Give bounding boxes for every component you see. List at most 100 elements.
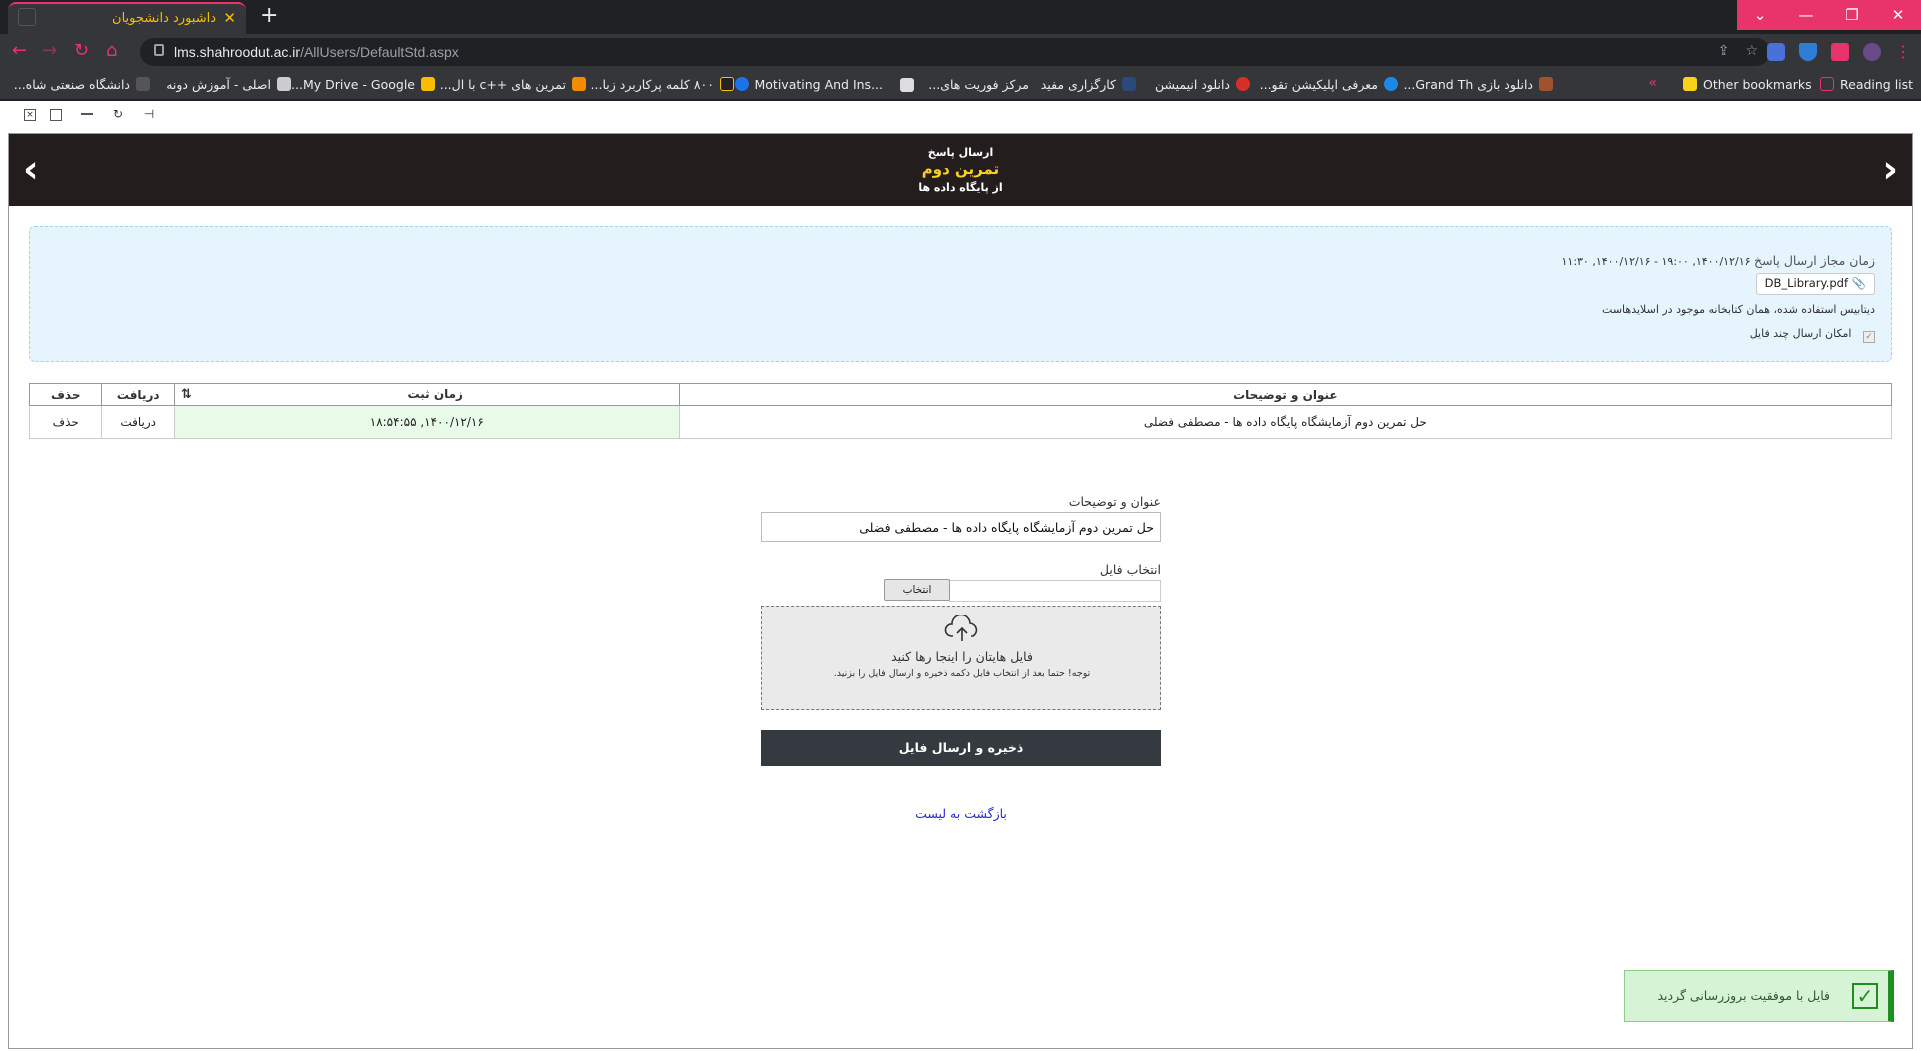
- bookmarks-overflow-icon[interactable]: »: [1648, 75, 1657, 91]
- col-delete-header: حذف: [28, 383, 103, 406]
- tab-close-icon[interactable]: ✕: [223, 9, 236, 27]
- row-title: حل تمرین دوم آزمایشگاه پایگاه داده ها - …: [678, 405, 1893, 439]
- col-time-header[interactable]: ⇅ زمان ثبت: [173, 383, 680, 406]
- restore-button[interactable]: ❐: [1829, 0, 1875, 30]
- bookmark-item[interactable]: معرفی اپلیکیشن تقو...: [1260, 77, 1398, 92]
- bookmark-item[interactable]: ۸۰۰ کلمه پرکاربرد زبا...: [591, 77, 734, 92]
- reading-list[interactable]: Reading list: [1820, 77, 1913, 92]
- attachment-filename: DB_Library.pdf: [1764, 276, 1849, 290]
- bookmark-label: مرکز فوریت های...: [928, 77, 1029, 92]
- bookmark-label: کارگزاری مفید: [1040, 77, 1116, 92]
- multi-file-label: امکان ارسال چند فایل: [1749, 327, 1852, 340]
- bookmark-favicon-icon: [1122, 77, 1136, 91]
- browser-tab-bar: داشبورد دانشجویان ✕ + ⌄ — ❐ ✕: [0, 0, 1921, 34]
- other-bookmarks[interactable]: Other bookmarks: [1683, 77, 1812, 92]
- bookmark-item[interactable]: Motivating And Ins...: [734, 77, 884, 92]
- reading-list-label: Reading list: [1840, 77, 1914, 92]
- file-dropzone[interactable]: فایل هایتان را اینجا رها کنید توجه! حتما…: [761, 606, 1161, 710]
- page-viewport: × ↻ ⊣ ‹ › ارسال پاسخ تمرین دوم از پایگاه…: [0, 101, 1921, 1051]
- header-subtitle: ارسال پاسخ: [927, 146, 994, 159]
- play-icon: [734, 77, 749, 91]
- close-window-button[interactable]: ✕: [1875, 0, 1921, 30]
- multi-file-option: ✓ امکان ارسال چند فایل: [1750, 327, 1875, 343]
- home-icon[interactable]: ⌂: [106, 40, 117, 61]
- table-row: حل تمرین دوم آزمایشگاه پایگاه داده ها - …: [28, 405, 1893, 439]
- assignment-info-box: زمان مجاز ارسال پاسخ ۱۴۰۰/۱۲/۱۶, ۱۹:۰۰ -…: [29, 226, 1892, 362]
- bookmark-favicon-icon: [720, 77, 734, 91]
- bookmark-label: تمرین های ++c با ال...: [439, 77, 566, 92]
- bookmark-item[interactable]: دانشگاه صنعتی شاه...: [14, 77, 150, 92]
- translate-extension-icon[interactable]: [1767, 42, 1785, 61]
- table-header-row: عنوان و توضیحات ⇅ زمان ثبت دریافت حذف: [28, 383, 1893, 406]
- new-tab-button[interactable]: +: [260, 5, 278, 27]
- assignment-header: ‹ › ارسال پاسخ تمرین دوم از پایگاه داده …: [9, 134, 1912, 206]
- minimize-panel-icon[interactable]: [81, 109, 93, 115]
- download-link[interactable]: دریافت: [101, 405, 175, 439]
- bookmark-item[interactable]: اصلی - آموزش دونه: [166, 77, 291, 92]
- forward-arrow-icon[interactable]: →: [42, 40, 57, 61]
- success-toast[interactable]: ✓ فایل با موفقیت بروزرسانی گردید: [1624, 970, 1894, 1022]
- restore-panel-icon[interactable]: [50, 109, 62, 121]
- bookmark-favicon-icon: [1384, 77, 1398, 91]
- bookmark-favicon-icon: [572, 77, 586, 91]
- back-arrow-icon[interactable]: ←: [12, 40, 27, 61]
- tab-search-icon[interactable]: [18, 8, 36, 26]
- col-title-header[interactable]: عنوان و توضیحات: [678, 383, 1893, 406]
- check-icon: ✓: [1852, 983, 1878, 1009]
- omnibox-icons: ⇪ ☆: [1718, 43, 1758, 59]
- choose-file-button[interactable]: انتخاب: [884, 579, 950, 601]
- lock-icon: [154, 44, 164, 56]
- file-field-label: انتخاب فایل: [1099, 562, 1161, 577]
- save-and-send-button[interactable]: ذخیره و ارسال فایل: [761, 730, 1161, 766]
- back-to-list-link[interactable]: بازگشت به لیست: [761, 806, 1161, 821]
- refresh-panel-icon[interactable]: ↻: [112, 108, 124, 121]
- multi-file-checkbox[interactable]: ✓: [1863, 331, 1875, 343]
- bookmark-item[interactable]: کارگزاری مفید: [1041, 77, 1136, 92]
- close-panel-icon[interactable]: ×: [24, 109, 36, 121]
- bookmark-item[interactable]: مرکز فوریت های...: [928, 77, 1029, 92]
- attachment-link[interactable]: 📎 DB_Library.pdf: [1755, 273, 1875, 295]
- bookmark-label: Motivating And Ins...: [754, 77, 884, 92]
- row-time: ۱۴۰۰/۱۲/۱۶, ۱۸:۵۴:۵۵: [173, 405, 680, 439]
- pin-panel-icon[interactable]: ⊣: [143, 108, 155, 121]
- url-text[interactable]: lms.shahroodut.ac.ir/AllUsers/DefaultStd…: [174, 44, 459, 60]
- bookmark-favicon-icon: [900, 78, 914, 92]
- allowed-time-label: زمان مجاز ارسال پاسخ: [1754, 253, 1875, 268]
- allowed-time: زمان مجاز ارسال پاسخ ۱۴۰۰/۱۲/۱۶, ۱۹:۰۰ -…: [1562, 253, 1876, 268]
- bookmark-item[interactable]: My Drive - Google...: [291, 77, 435, 92]
- dropzone-note: توجه! حتما بعد از انتخاب فایل دکمه ذخیره…: [833, 668, 1091, 679]
- share-icon[interactable]: ⇪: [1718, 43, 1730, 59]
- title-input[interactable]: حل تمرین دوم آزمایشگاه پایگاه داده ها - …: [761, 512, 1161, 542]
- submissions-table: عنوان و توضیحات ⇅ زمان ثبت دریافت حذف حل …: [28, 383, 1893, 439]
- bookmark-item[interactable]: دانلود بازی Grand Th...: [1403, 77, 1553, 92]
- browser-tab-active[interactable]: داشبورد دانشجویان ✕: [8, 2, 246, 34]
- address-bar[interactable]: lms.shahroodut.ac.ir/AllUsers/DefaultStd…: [140, 38, 1770, 66]
- window-controls: ⌄ — ❐ ✕: [1737, 0, 1921, 30]
- file-input[interactable]: انتخاب: [884, 579, 1161, 602]
- bookmark-item[interactable]: تمرین های ++c با ال...: [440, 77, 586, 92]
- profile-avatar[interactable]: [1863, 42, 1881, 61]
- tab-title: داشبورد دانشجویان: [112, 11, 216, 26]
- shield-extension-icon[interactable]: [1799, 42, 1817, 61]
- bookmark-favicon-icon: [277, 77, 291, 91]
- col-time-label: زمان ثبت: [407, 387, 463, 401]
- delete-link[interactable]: حذف: [28, 405, 103, 439]
- google-drive-icon: [421, 77, 435, 91]
- dropzone-title: فایل هایتان را اینجا رها کنید: [891, 649, 1033, 664]
- puzzle-extensions-icon[interactable]: [1831, 42, 1849, 61]
- reading-list-icon: [1820, 77, 1834, 91]
- minimize-button[interactable]: —: [1783, 0, 1829, 30]
- url-domain: lms.shahroodut.ac.ir: [174, 44, 301, 60]
- browser-toolbar: ← → ↻ ⌂ lms.shahroodut.ac.ir/AllUsers/De…: [0, 34, 1921, 70]
- menu-kebab-icon[interactable]: ⋮: [1895, 42, 1911, 61]
- tab-search-dropdown-icon[interactable]: ⌄: [1737, 0, 1783, 30]
- bookmark-label: اصلی - آموزش دونه: [166, 77, 271, 92]
- sort-icon[interactable]: ⇅: [181, 387, 192, 402]
- bookmark-item[interactable]: دانلود انیمیشن: [1155, 77, 1250, 92]
- course-name: از پایگاه داده ها: [918, 181, 1003, 194]
- bookmark-label: ۸۰۰ کلمه پرکاربرد زبا...: [590, 77, 714, 92]
- title-field-label: عنوان و توضیحات: [1068, 494, 1161, 509]
- bookmark-favicon-icon: [136, 77, 150, 91]
- reload-icon[interactable]: ↻: [74, 40, 89, 61]
- bookmark-star-icon[interactable]: ☆: [1745, 43, 1758, 59]
